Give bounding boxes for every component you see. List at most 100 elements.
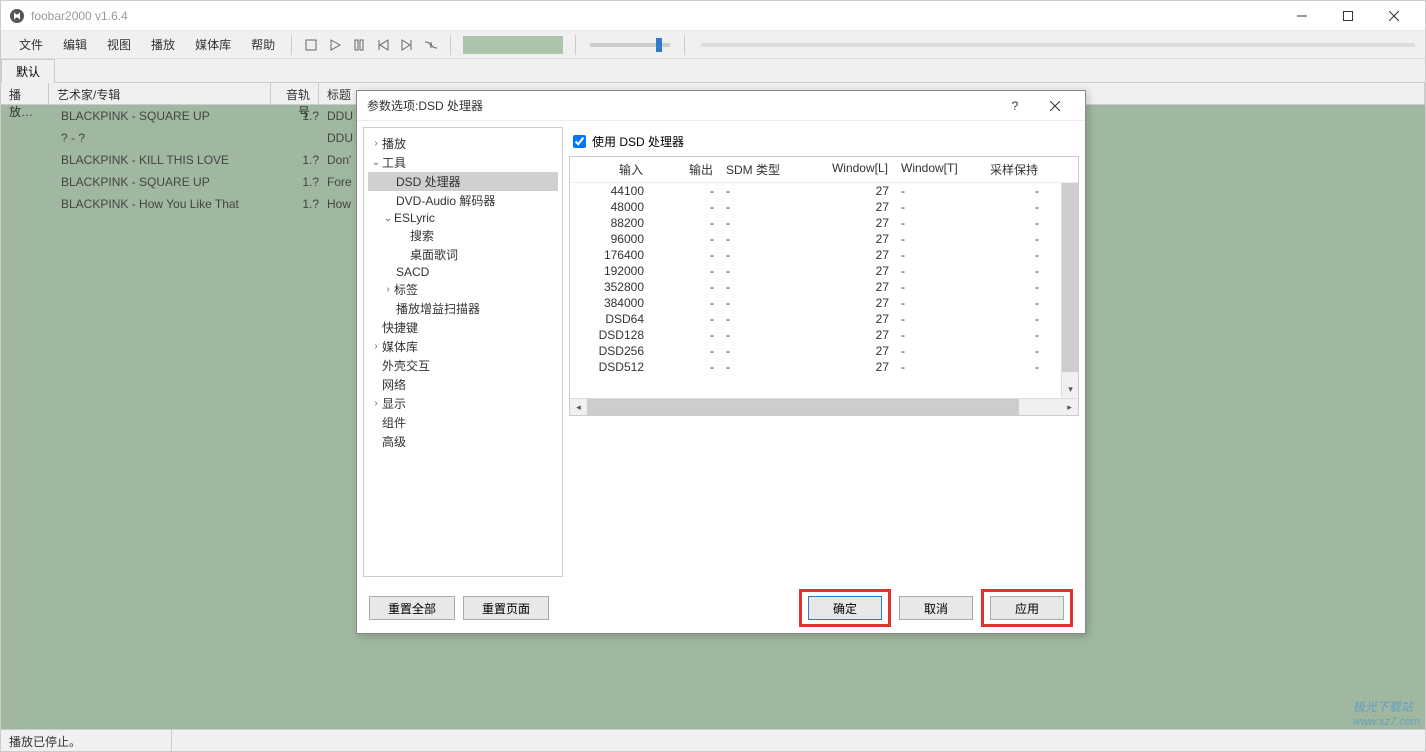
menu-help[interactable]: 帮助 — [241, 32, 285, 57]
table-row[interactable]: 88200--27-- — [570, 215, 1061, 231]
close-button[interactable] — [1371, 1, 1417, 31]
chevron-right-icon[interactable]: › — [370, 138, 382, 149]
chevron-down-icon[interactable]: ⌄ — [370, 157, 382, 168]
visualization-box[interactable] — [463, 36, 563, 54]
menu-edit[interactable]: 编辑 — [53, 32, 97, 57]
col-artist[interactable]: 艺术家/专辑 — [49, 83, 271, 104]
tree-eslyric[interactable]: ⌄ESLyric — [368, 210, 558, 226]
table-row[interactable]: 96000--27-- — [570, 231, 1061, 247]
scrollbar-thumb[interactable] — [587, 399, 1019, 415]
prev-icon[interactable] — [376, 38, 390, 52]
chevron-down-icon[interactable]: ⌄ — [382, 213, 394, 224]
menu-library[interactable]: 媒体库 — [185, 32, 241, 57]
col-sdm[interactable]: SDM 类型 — [720, 157, 800, 182]
table-row[interactable]: 352800--27-- — [570, 279, 1061, 295]
tree-display[interactable]: ›显示 — [368, 394, 558, 413]
tree-dvd-audio[interactable]: DVD-Audio 解码器 — [368, 191, 558, 210]
tree-tools[interactable]: ⌄工具 — [368, 153, 558, 172]
cell-sdm: - — [720, 279, 800, 295]
help-button[interactable]: ? — [995, 91, 1035, 121]
cell-winl: 27 — [800, 279, 895, 295]
cell-hold: - — [965, 215, 1045, 231]
menu-file[interactable]: 文件 — [9, 32, 53, 57]
dialog-close-button[interactable] — [1035, 91, 1075, 121]
scroll-right-icon[interactable]: ▸ — [1061, 399, 1078, 416]
table-row[interactable]: 48000--27-- — [570, 199, 1061, 215]
dialog-footer: 重置全部 重置页面 确定 取消 应用 — [357, 583, 1085, 633]
cell-title: DDU — [323, 109, 353, 123]
table-row[interactable]: 384000--27-- — [570, 295, 1061, 311]
minimize-button[interactable] — [1279, 1, 1325, 31]
play-icon[interactable] — [328, 38, 342, 52]
volume-thumb[interactable] — [656, 38, 662, 52]
preferences-tree[interactable]: ›播放 ⌄工具 DSD 处理器 DVD-Audio 解码器 ⌄ESLyric 搜… — [363, 127, 563, 577]
menubar: 文件 编辑 视图 播放 媒体库 帮助 — [1, 31, 1425, 59]
menu-playback[interactable]: 播放 — [141, 32, 185, 57]
tree-replaygain[interactable]: 播放增益扫描器 — [368, 299, 558, 318]
scroll-left-icon[interactable]: ◂ — [570, 399, 587, 416]
tree-sacd[interactable]: SACD — [368, 264, 558, 280]
cell-winl: 27 — [800, 343, 895, 359]
tree-network[interactable]: 网络 — [368, 375, 558, 394]
random-icon[interactable] — [424, 38, 438, 52]
tree-search[interactable]: 搜索 — [368, 226, 558, 245]
col-track[interactable]: 音轨号 — [271, 83, 319, 104]
table-row[interactable]: 176400--27-- — [570, 247, 1061, 263]
cell-sdm: - — [720, 311, 800, 327]
seek-bar[interactable] — [701, 43, 1415, 47]
table-row[interactable]: DSD128--27-- — [570, 327, 1061, 343]
tree-dsd-processor[interactable]: DSD 处理器 — [368, 172, 558, 191]
cell-artist: BLACKPINK - SQUARE UP — [53, 109, 275, 123]
scroll-down-icon[interactable]: ▾ — [1062, 381, 1079, 398]
tree-media-library[interactable]: ›媒体库 — [368, 337, 558, 356]
cell-output: - — [650, 215, 720, 231]
scrollbar-thumb[interactable] — [1062, 183, 1078, 372]
table-row[interactable]: DSD64--27-- — [570, 311, 1061, 327]
tree-shell[interactable]: 外壳交互 — [368, 356, 558, 375]
cell-input: 88200 — [570, 215, 650, 231]
cell-hold: - — [965, 279, 1045, 295]
reset-page-button[interactable]: 重置页面 — [463, 596, 549, 620]
tab-default[interactable]: 默认 — [1, 59, 55, 83]
col-output[interactable]: 输出 — [650, 157, 720, 182]
use-dsd-checkbox[interactable] — [573, 135, 586, 148]
cell-output: - — [650, 295, 720, 311]
col-playing[interactable]: 播放… — [1, 83, 49, 104]
stop-icon[interactable] — [304, 38, 318, 52]
cell-track: 1.? — [275, 109, 323, 123]
cell-output: - — [650, 359, 720, 375]
tree-components[interactable]: 组件 — [368, 413, 558, 432]
chevron-right-icon[interactable]: › — [382, 284, 394, 295]
table-row[interactable]: DSD512--27-- — [570, 359, 1061, 375]
menu-view[interactable]: 视图 — [97, 32, 141, 57]
table-row[interactable]: 44100--27-- — [570, 183, 1061, 199]
pause-icon[interactable] — [352, 38, 366, 52]
vertical-scrollbar[interactable]: ▾ — [1061, 183, 1078, 398]
chevron-right-icon[interactable]: › — [370, 398, 382, 409]
tree-playback[interactable]: ›播放 — [368, 134, 558, 153]
tree-tags[interactable]: ›标签 — [368, 280, 558, 299]
horizontal-scrollbar[interactable]: ◂ ▸ — [570, 398, 1078, 415]
dialog-titlebar[interactable]: 参数选项:DSD 处理器 ? — [357, 91, 1085, 121]
col-hold[interactable]: 采样保持 — [965, 157, 1045, 182]
reset-all-button[interactable]: 重置全部 — [369, 596, 455, 620]
volume-slider[interactable] — [590, 43, 670, 47]
tree-hotkeys[interactable]: 快捷键 — [368, 318, 558, 337]
col-wint[interactable]: Window[T] — [895, 157, 965, 182]
cancel-button[interactable]: 取消 — [899, 596, 973, 620]
dsd-table[interactable]: 输入 输出 SDM 类型 Window[L] Window[T] 采样保持 44… — [569, 156, 1079, 416]
col-winl[interactable]: Window[L] — [800, 157, 895, 182]
table-row[interactable]: DSD256--27-- — [570, 343, 1061, 359]
next-icon[interactable] — [400, 38, 414, 52]
col-input[interactable]: 输入 — [570, 157, 650, 182]
chevron-right-icon[interactable]: › — [370, 341, 382, 352]
apply-button[interactable]: 应用 — [990, 596, 1064, 620]
cell-sdm: - — [720, 215, 800, 231]
tree-desktop-lyric[interactable]: 桌面歌词 — [368, 245, 558, 264]
maximize-button[interactable] — [1325, 1, 1371, 31]
table-row[interactable]: 192000--27-- — [570, 263, 1061, 279]
cell-sdm: - — [720, 231, 800, 247]
ok-button[interactable]: 确定 — [808, 596, 882, 620]
tree-advanced[interactable]: 高级 — [368, 432, 558, 451]
cell-input: DSD512 — [570, 359, 650, 375]
